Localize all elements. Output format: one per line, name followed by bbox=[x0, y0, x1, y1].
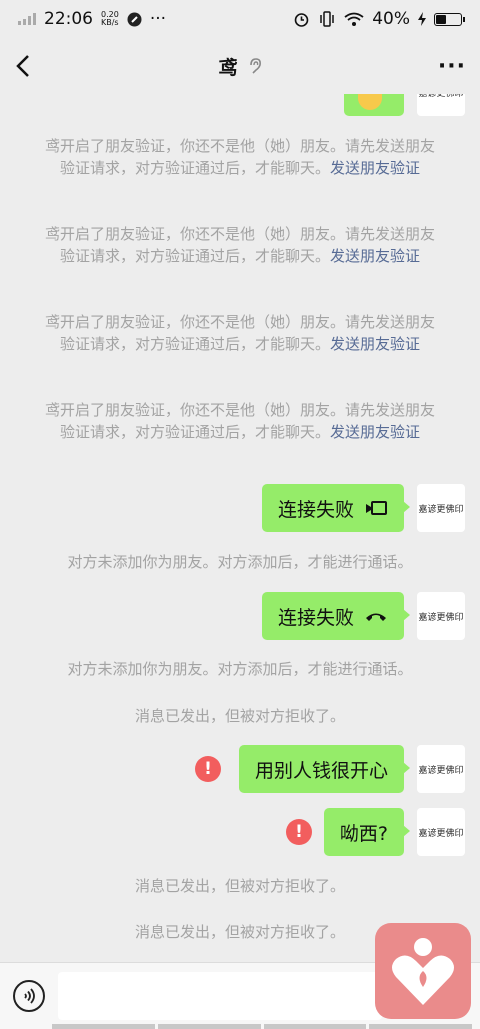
avatar[interactable]: 嘉谚更佛印 bbox=[417, 745, 465, 793]
avatar[interactable]: 嘉谚更佛印 bbox=[417, 808, 465, 856]
verify-notice: 鸢开启了朋友验证，你还不是他（她）朋友。请先发送朋友验证请求，对方验证通过后，才… bbox=[44, 401, 435, 441]
charging-icon bbox=[418, 12, 426, 26]
more-options-button[interactable]: ··· bbox=[438, 54, 466, 79]
wifi-icon bbox=[344, 12, 364, 26]
send-verify-link[interactable]: 发送朋友验证 bbox=[330, 335, 420, 353]
avatar[interactable]: 嘉谚更佛印 bbox=[417, 484, 465, 532]
system-message: 消息已发出，但被对方拒收了。 bbox=[134, 877, 345, 895]
message-bubble[interactable]: 用别人钱很开心 bbox=[238, 745, 411, 793]
chat-title: 鸢 bbox=[218, 56, 238, 79]
send-failed-icon[interactable]: ! bbox=[286, 819, 312, 845]
heart-person-icon bbox=[392, 938, 454, 1005]
ear-icon bbox=[249, 58, 261, 74]
voice-input-button[interactable] bbox=[13, 980, 45, 1012]
floating-heart-widget[interactable] bbox=[375, 923, 471, 1019]
status-time: 22:06 bbox=[44, 9, 93, 29]
back-arrow-icon[interactable] bbox=[10, 48, 40, 84]
alarm-icon bbox=[294, 12, 309, 27]
verify-notice: 鸢开启了朋友验证，你还不是他（她）朋友。请先发送朋友验证请求，对方验证通过后，才… bbox=[44, 313, 435, 353]
chat-messages[interactable]: 嘉谚更佛印 鸢开启了朋友验证，你还不是他（她）朋友。请先发送朋友验证请求，对方验… bbox=[0, 94, 480, 962]
system-message: 对方未添加你为朋友。对方添加后，才能进行通话。 bbox=[67, 660, 413, 678]
send-failed-icon[interactable]: ! bbox=[195, 756, 221, 782]
avatar[interactable]: 嘉谚更佛印 bbox=[417, 592, 465, 640]
app-notification-icon bbox=[127, 12, 142, 26]
vibrate-icon bbox=[320, 11, 334, 27]
voice-call-failed-bubble[interactable]: 连接失败 bbox=[261, 592, 411, 640]
avatar[interactable]: 嘉谚更佛印 bbox=[417, 94, 465, 116]
video-call-failed-bubble[interactable]: 连接失败 bbox=[261, 484, 411, 532]
system-message: 消息已发出，但被对方拒收了。 bbox=[134, 707, 345, 725]
system-message: 对方未添加你为朋友。对方添加后，才能进行通话。 bbox=[67, 553, 413, 571]
phone-hangup-icon bbox=[366, 613, 386, 621]
status-bar: 22:06 0.20 KB/s ··· 40% bbox=[0, 0, 480, 38]
send-verify-link[interactable]: 发送朋友验证 bbox=[330, 247, 420, 265]
bottom-toolbar-strip bbox=[52, 1024, 472, 1029]
more-status-icon: ··· bbox=[149, 9, 167, 29]
battery-icon bbox=[434, 12, 465, 26]
verify-notice: 鸢开启了朋友验证，你还不是他（她）朋友。请先发送朋友验证请求，对方验证通过后，才… bbox=[44, 137, 435, 177]
chat-header: 鸢 ··· bbox=[0, 38, 480, 94]
battery-percent: 40% bbox=[372, 9, 410, 29]
net-speed: 0.20 KB/s bbox=[101, 10, 119, 27]
signal-icon bbox=[18, 13, 36, 25]
message-input[interactable] bbox=[58, 972, 382, 1020]
voice-input-icon bbox=[24, 988, 35, 1004]
send-verify-link[interactable]: 发送朋友验证 bbox=[330, 159, 420, 177]
send-verify-link[interactable]: 发送朋友验证 bbox=[330, 423, 420, 441]
video-call-icon bbox=[366, 501, 387, 515]
verify-notice: 鸢开启了朋友验证，你还不是他（她）朋友。请先发送朋友验证请求，对方验证通过后，才… bbox=[44, 225, 435, 265]
message-bubble[interactable]: 呦西? bbox=[323, 808, 411, 856]
